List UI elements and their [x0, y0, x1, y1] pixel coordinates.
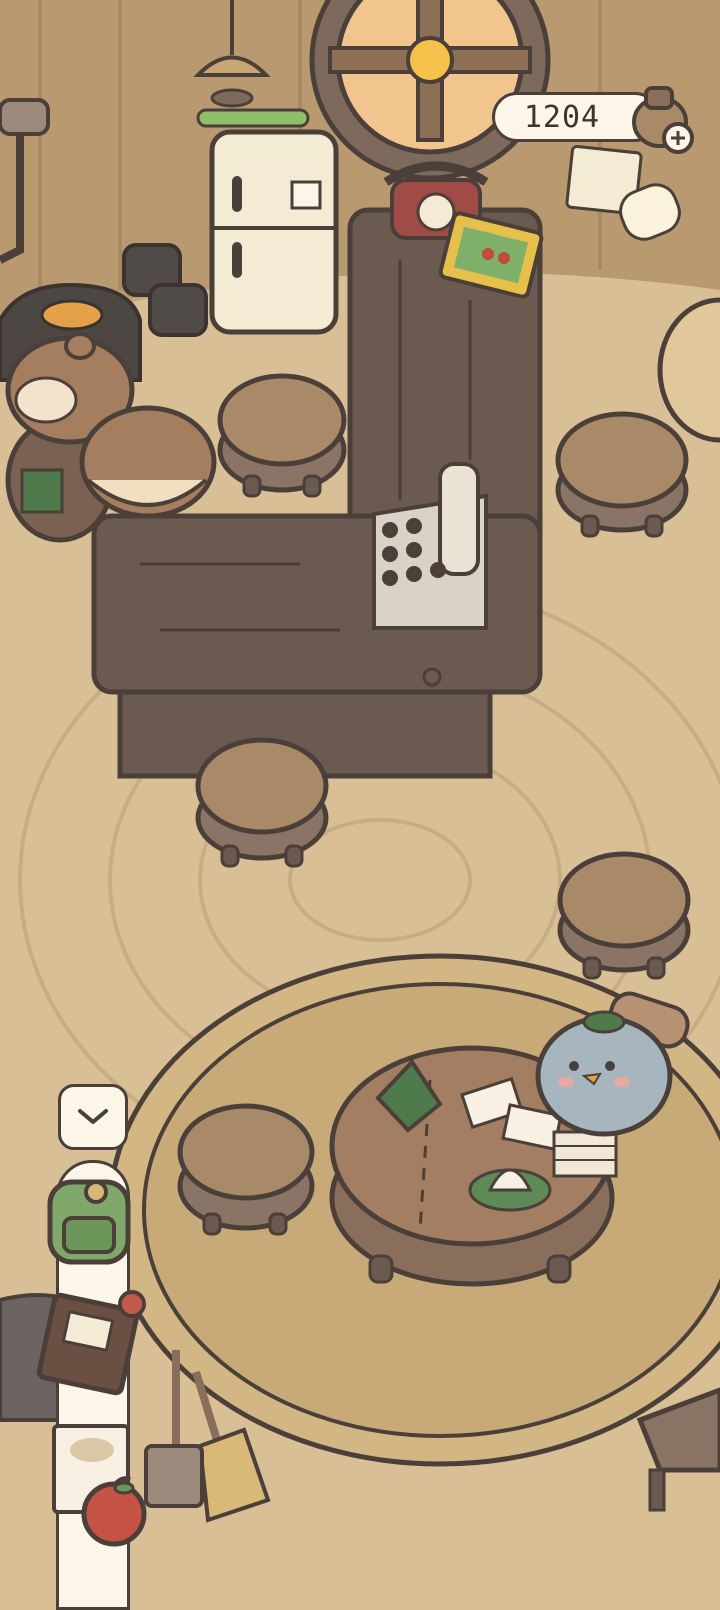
inventory-item-backpack[interactable] — [34, 1170, 142, 1270]
stool-right — [557, 851, 691, 980]
inventory-item-apple[interactable] — [74, 1470, 154, 1550]
inventory-item-book[interactable] — [36, 1286, 152, 1396]
stool-back-right — [555, 411, 689, 538]
stool-back-center — [217, 373, 347, 498]
coin-count: 1204 — [523, 99, 601, 135]
backpack-icon — [47, 1179, 131, 1265]
chevron-down-icon — [78, 1109, 108, 1124]
stool-middle — [195, 737, 329, 868]
stool-rug — [177, 1103, 315, 1236]
rice-ball — [468, 1168, 552, 1212]
inventory-toggle-button[interactable] — [58, 1084, 128, 1150]
book-icon — [36, 1290, 146, 1396]
apple-icon — [81, 1476, 147, 1547]
fridge — [196, 108, 339, 335]
bun-character-head — [79, 405, 217, 519]
